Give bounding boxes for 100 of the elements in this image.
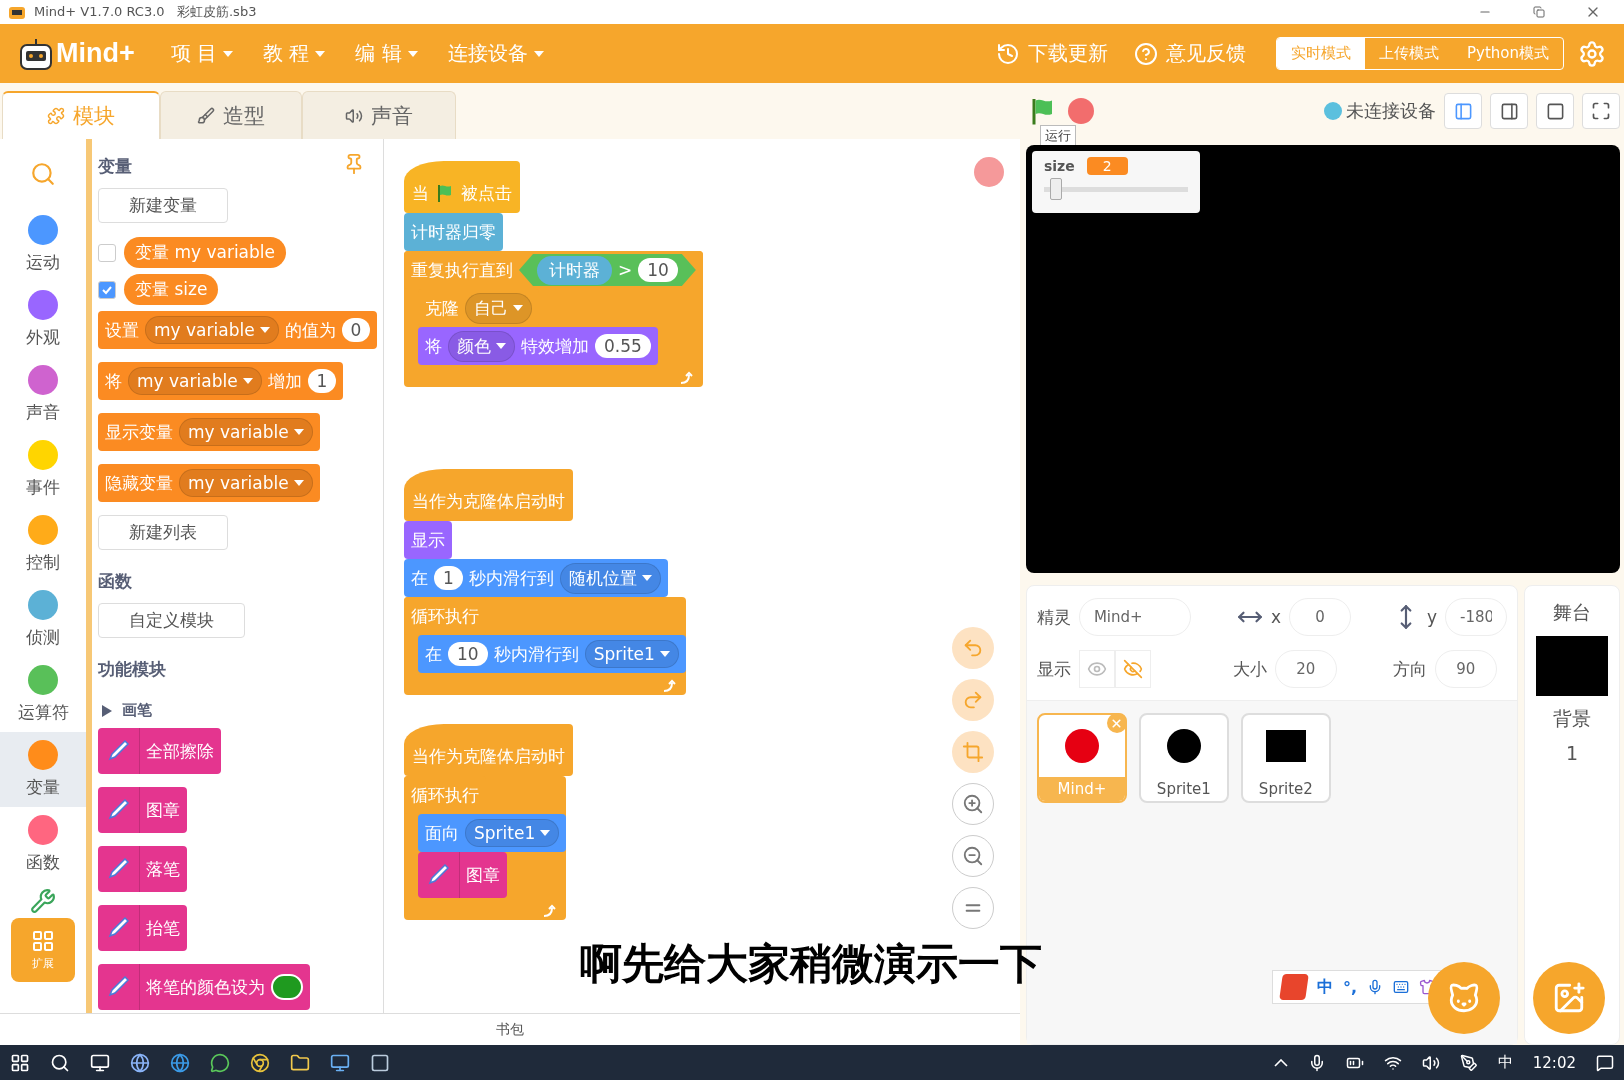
category-item[interactable]: 事件 <box>0 432 86 507</box>
checkbox[interactable] <box>98 243 116 262</box>
tools-button[interactable] <box>30 888 56 914</box>
checkbox[interactable] <box>98 280 116 299</box>
dropdown-field[interactable]: 颜色 <box>448 330 515 362</box>
caret-icon <box>293 429 304 435</box>
volume-button[interactable] <box>1421 1053 1440 1072</box>
start-button[interactable] <box>10 1052 30 1073</box>
code-block[interactable]: 在 1 秒内滑行到 随机位置 <box>404 559 668 597</box>
code-block[interactable]: 显示 <box>404 521 452 559</box>
code-block[interactable]: 将笔的颜色设为 <box>98 964 310 1010</box>
number-field[interactable]: 1 <box>434 566 463 590</box>
code-block[interactable]: 将 my variable 增加 1 <box>98 362 344 400</box>
number-field[interactable]: 10 <box>638 258 678 282</box>
ime-indicator[interactable]: 中 <box>1497 1053 1513 1072</box>
fullscreen-button[interactable] <box>1582 93 1620 129</box>
category-item[interactable]: 运算符 <box>0 657 86 732</box>
color-swatch[interactable] <box>271 974 303 1000</box>
category-item[interactable]: 控制 <box>0 507 86 582</box>
code-block[interactable]: 全部擦除 <box>98 728 221 774</box>
layout-button[interactable] <box>1490 93 1528 129</box>
condition-block[interactable]: 计时器 > 10 <box>519 254 696 286</box>
code-block[interactable]: 图章 <box>98 787 187 833</box>
number-field[interactable]: 1 <box>307 369 337 393</box>
tray-expand-button[interactable] <box>1273 1058 1288 1067</box>
category-item[interactable]: 外观 <box>0 282 86 357</box>
sprite-name-field[interactable]: Mind+ <box>1078 598 1191 636</box>
palette-button[interactable]: 自定义模块 <box>98 603 245 638</box>
taskbar-app[interactable] <box>170 1052 190 1073</box>
pen-nib-icon <box>1459 1053 1478 1072</box>
zoom-reset-button[interactable] <box>951 887 994 929</box>
sprite-card[interactable]: Sprite2 <box>1240 713 1331 803</box>
category-item[interactable]: 变量 <box>0 732 86 807</box>
code-block[interactable]: 重复执行直到 计时器 > 10 <box>404 251 703 289</box>
category-item[interactable]: 声音 <box>0 357 86 432</box>
loop-block-frame[interactable]: 循环执行 在 10 秒内滑行到 Sprite1 <box>404 597 686 695</box>
code-block[interactable]: 显示变量 my variable <box>98 413 320 451</box>
taskbar-app[interactable] <box>290 1052 310 1073</box>
code-block[interactable]: 面向 Sprite1 <box>418 814 567 852</box>
dropdown-field[interactable]: Sprite1 <box>584 640 679 668</box>
x-field[interactable]: 0 <box>1288 598 1351 636</box>
expand-triangle-icon[interactable] <box>102 704 112 717</box>
dropdown-field[interactable]: my variable <box>179 418 313 446</box>
code-block[interactable]: 在 10 秒内滑行到 Sprite1 <box>418 635 686 673</box>
palette-button[interactable]: 新建列表 <box>98 515 228 550</box>
zoom-in-icon <box>961 793 984 815</box>
sprite-card[interactable]: Sprite1 <box>1138 713 1229 803</box>
category-item[interactable]: 侦测 <box>0 582 86 657</box>
field-label: 大小 <box>1232 657 1267 681</box>
taskbar-app[interactable] <box>130 1052 150 1073</box>
editor-tab[interactable]: 声音 <box>302 91 456 139</box>
taskbar-app[interactable] <box>210 1052 230 1073</box>
block-text: 的值为 <box>284 318 336 342</box>
dropdown-field[interactable]: Sprite1 <box>465 819 560 847</box>
number-field[interactable]: 10 <box>448 642 488 666</box>
stage-thumbnail[interactable] <box>1536 636 1608 696</box>
loop-block-frame[interactable]: 重复执行直到 计时器 > 10 克隆 自己 将 颜色 特效增加 0.55 <box>404 251 703 387</box>
code-block[interactable]: 落笔 <box>98 846 187 892</box>
dropdown-field[interactable]: my variable <box>179 469 313 497</box>
slider-thumb[interactable] <box>1050 178 1063 200</box>
zoom-out-button[interactable] <box>951 835 994 877</box>
code-block[interactable]: 设置 my variable 的值为 0 <box>98 311 378 349</box>
code-block[interactable]: 图章 <box>418 852 507 898</box>
monitor-icon <box>330 1052 350 1073</box>
taskbar-app[interactable] <box>330 1052 350 1073</box>
category-item[interactable]: 函数 <box>0 807 86 882</box>
pen-button[interactable] <box>1459 1053 1478 1072</box>
block-text: 显示变量 <box>105 420 173 444</box>
editor-tab[interactable]: 造型 <box>160 91 302 139</box>
zoom-in-button[interactable] <box>951 783 994 825</box>
dropdown-field[interactable]: my variable <box>128 367 262 395</box>
direction-field[interactable]: 90 <box>1434 650 1497 688</box>
clock[interactable]: 12:02 <box>1532 1053 1576 1072</box>
dropdown-field[interactable]: 自己 <box>465 292 532 324</box>
taskbar-app[interactable] <box>250 1052 270 1073</box>
backpack-label[interactable]: 书包 <box>495 1020 524 1039</box>
ime-mode[interactable]: 中 <box>1317 976 1333 998</box>
layout-button[interactable] <box>1536 93 1574 129</box>
loop-block-frame[interactable]: 循环执行 面向 Sprite1 图章 <box>404 776 567 920</box>
search-button[interactable] <box>50 1052 70 1073</box>
field-label: x <box>1270 607 1281 627</box>
notification-button[interactable] <box>1596 1053 1614 1072</box>
palette-button[interactable]: 新建变量 <box>98 188 228 223</box>
dropdown-field[interactable]: my variable <box>145 316 279 344</box>
block-text: 循环执行 <box>411 783 479 807</box>
stop-button[interactable] <box>1067 98 1094 124</box>
code-block[interactable]: 抬笔 <box>98 905 187 951</box>
number-field[interactable]: 0.55 <box>595 334 651 358</box>
ime-punctuation[interactable]: °, <box>1343 977 1358 997</box>
code-block[interactable]: 隐藏变量 my variable <box>98 464 320 502</box>
size-field[interactable]: 20 <box>1274 650 1337 688</box>
block-text: 图章 <box>466 863 500 887</box>
taskbar-app[interactable] <box>370 1052 390 1073</box>
task-view-button[interactable] <box>90 1052 110 1073</box>
dropdown-field[interactable]: 随机位置 <box>559 562 661 594</box>
device-status[interactable]: 未连接设备 <box>1324 99 1436 123</box>
logo-text: Mind+ <box>56 38 135 69</box>
code-block[interactable]: 将 颜色 特效增加 0.55 <box>418 327 658 365</box>
category-item[interactable]: 运动 <box>0 207 86 282</box>
number-field[interactable]: 0 <box>341 318 371 342</box>
